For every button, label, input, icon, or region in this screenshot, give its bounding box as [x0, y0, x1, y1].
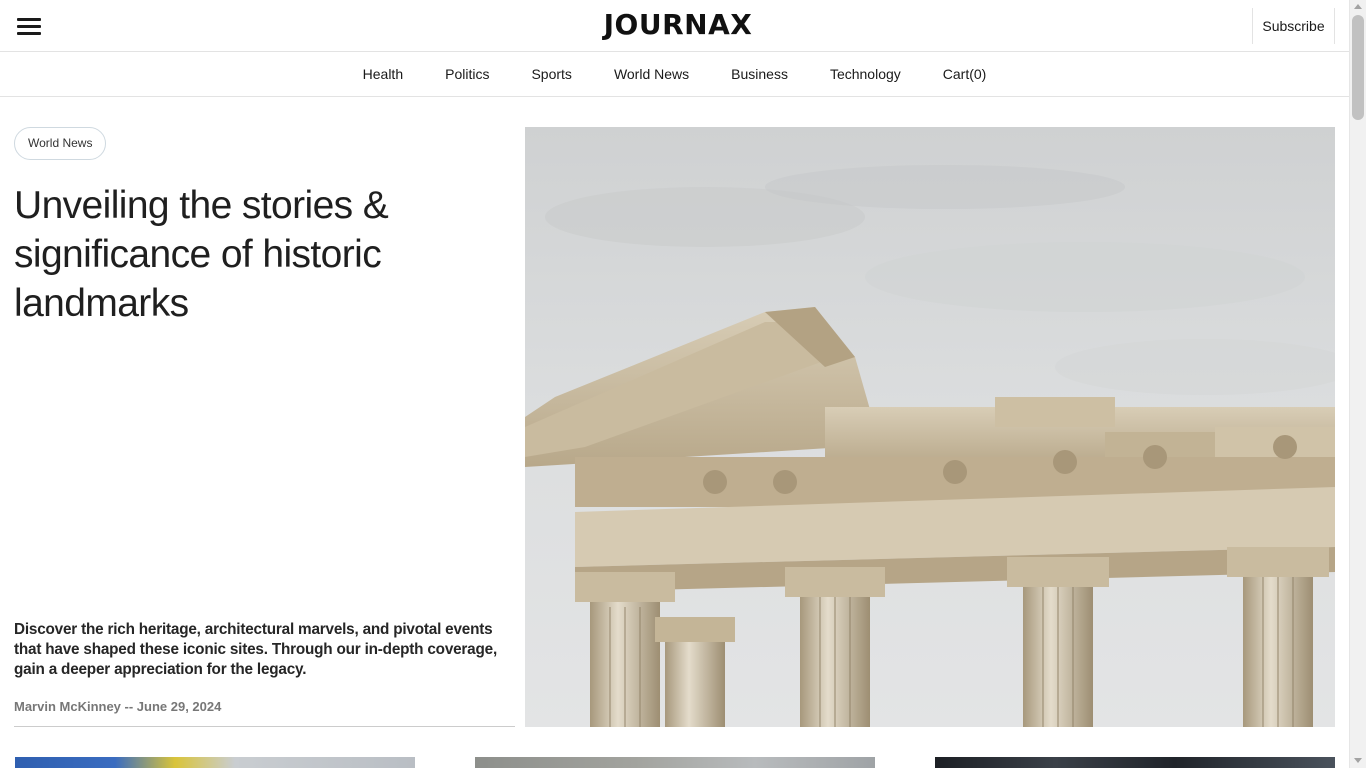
menu-bar — [17, 18, 41, 21]
page-scrollbar[interactable] — [1349, 0, 1366, 768]
category-nav: Health Politics Sports World News Busine… — [0, 52, 1349, 97]
nav-item-world-news[interactable]: World News — [614, 66, 689, 82]
menu-bar — [17, 32, 41, 35]
nav-item-business[interactable]: Business — [731, 66, 788, 82]
scroll-down-arrow-icon[interactable] — [1354, 758, 1362, 763]
nav-item-sports[interactable]: Sports — [531, 66, 571, 82]
site-header: JOURNAX Subscribe — [0, 0, 1349, 52]
temple-ruins-illustration — [525, 127, 1335, 727]
nav-item-health[interactable]: Health — [363, 66, 403, 82]
hamburger-menu-icon[interactable] — [14, 14, 44, 38]
article-headline[interactable]: Unveiling the stories & significance of … — [14, 181, 454, 328]
category-badge[interactable]: World News — [14, 127, 107, 160]
article-summary: Discover the rich heritage, architectura… — [14, 621, 497, 678]
scrollbar-thumb[interactable] — [1352, 15, 1364, 120]
nav-item-technology[interactable]: Technology — [830, 66, 901, 82]
hero-image[interactable] — [525, 127, 1335, 727]
scroll-up-arrow-icon[interactable] — [1354, 4, 1362, 9]
menu-bar — [17, 25, 41, 28]
nav-item-politics[interactable]: Politics — [445, 66, 489, 82]
site-logo[interactable]: JOURNAX — [0, 8, 1356, 41]
article-card-thumbnail[interactable] — [475, 757, 875, 768]
divider — [14, 726, 515, 727]
article-card-thumbnail[interactable] — [15, 757, 415, 768]
subscribe-button[interactable]: Subscribe — [1252, 8, 1335, 44]
nav-item-cart[interactable]: Cart(0) — [943, 66, 987, 82]
article-byline: Marvin McKinney -- June 29, 2024 — [14, 699, 222, 714]
article-card-thumbnail[interactable] — [935, 757, 1335, 768]
